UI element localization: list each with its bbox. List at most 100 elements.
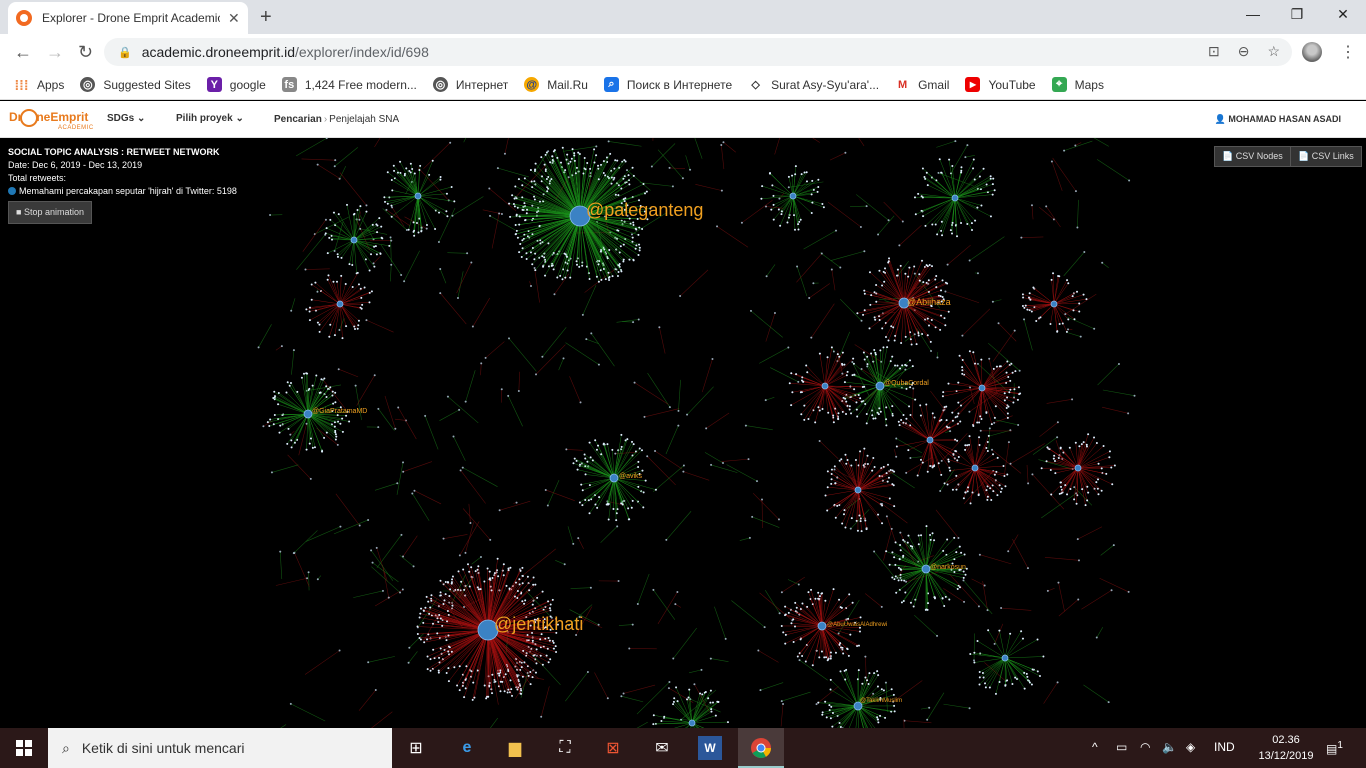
hub-giapratamamd[interactable] — [303, 409, 313, 419]
browser-menu-icon[interactable]: ⋮ — [1340, 42, 1356, 62]
maps-icon: ⌖ — [1051, 77, 1067, 92]
user-menu[interactable]: 👤 MOHAMAD HASAN ASADI — [1215, 114, 1341, 125]
bookmark-mailru[interactable]: @ Mail.Ru — [524, 77, 588, 92]
gift-app-icon[interactable]: ⊠ — [601, 736, 625, 760]
hub-abuuwais[interactable] — [817, 621, 827, 631]
cluster-cluster-d[interactable] — [895, 403, 962, 477]
hub-cluster-b[interactable] — [1074, 464, 1082, 472]
dropbox-icon[interactable]: ◈ — [1186, 740, 1195, 754]
node-label-abuuwais[interactable]: @AbuUwaisAlAdhrewi — [827, 622, 887, 628]
back-button[interactable]: ← — [14, 42, 32, 63]
file-explorer-icon[interactable]: ▆ — [503, 736, 527, 760]
mail-icon[interactable]: ✉ — [650, 736, 674, 760]
menu-pilih-proyek[interactable]: Pilih proyek ⌄ — [176, 113, 244, 124]
hub-qubacordal[interactable] — [875, 381, 885, 391]
word-icon[interactable]: W — [698, 736, 722, 760]
csv-links-button[interactable]: 📄 CSV Links — [1290, 146, 1362, 167]
task-view-icon[interactable]: ⊞ — [404, 736, 428, 760]
windows-start-button[interactable] — [0, 728, 48, 768]
browser-tab[interactable]: Explorer - Drone Emprit Academic ✕ — [8, 2, 248, 34]
node-label-abiihaza[interactable]: @Abiihaza — [907, 297, 951, 307]
viz-legend-item: Memahami percakapan seputar 'hijrah' di … — [8, 185, 237, 198]
cluster-cluster-h[interactable] — [324, 203, 391, 275]
forward-button[interactable]: → — [46, 42, 64, 63]
hub-cluster-a[interactable] — [854, 486, 862, 494]
hub-aviks[interactable] — [609, 473, 619, 483]
show-hidden-icons-icon[interactable]: ^ — [1092, 740, 1098, 754]
cluster-cluster-g[interactable] — [383, 159, 456, 237]
taskbar-search-box[interactable]: ⌕ Ketik di sini untuk mencari — [48, 728, 392, 768]
translate-icon[interactable]: ⊡ — [1208, 43, 1220, 60]
bookmark-google[interactable]: Ygoogle — [206, 77, 266, 92]
hub-narkosun[interactable] — [921, 564, 931, 574]
retweet-network-canvas[interactable]: SOCIAL TOPIC ANALYSIS : RETWEET NETWORK … — [0, 138, 1366, 728]
hub-cluster-c[interactable] — [978, 384, 986, 392]
cluster-cluster-b[interactable] — [1040, 433, 1116, 507]
node-label-qubacordal[interactable]: @QubaCordal — [884, 380, 929, 387]
node-label-taklimmuslim[interactable]: @TaklimMuslim — [860, 698, 902, 704]
omnibox[interactable]: 🔒 academic.droneemprit.id/explorer/index… — [104, 38, 1292, 66]
cluster-cluster-e[interactable] — [943, 434, 1009, 505]
battery-icon[interactable]: ▭ — [1116, 740, 1127, 754]
hub-cluster-j[interactable] — [789, 192, 797, 200]
node-label-aviks[interactable]: @aviks — [619, 473, 642, 480]
cluster-other[interactable] — [788, 346, 866, 424]
url-text[interactable]: academic.droneemprit.id/explorer/index/i… — [142, 44, 429, 60]
stop-animation-button[interactable]: ■ Stop animation — [8, 201, 92, 224]
hub-cluster-h[interactable] — [350, 236, 358, 244]
breadcrumb: Pencarian › Penjelajah SNA — [274, 114, 400, 125]
hub-cluster-l[interactable] — [1001, 654, 1009, 662]
node-label-paleganteng[interactable]: @paleganteng — [586, 200, 703, 221]
zoom-icon[interactable]: ⊖ — [1238, 43, 1250, 60]
bookmark-suggested-sites[interactable]: ◎ Suggested Sites — [80, 77, 191, 92]
cluster-cluster-l[interactable] — [969, 629, 1045, 695]
hub-cluster-e[interactable] — [971, 464, 979, 472]
hub-cluster-d[interactable] — [926, 436, 934, 444]
volume-icon[interactable]: 🔈 — [1162, 740, 1177, 754]
bookmark-surat[interactable]: ◇ Surat Asy-Syu'ara'... — [748, 77, 879, 92]
bookmark-internet[interactable]: ◎ Интернет — [432, 77, 508, 92]
maximize-button[interactable]: ❐ — [1274, 6, 1320, 23]
hub-cluster-f[interactable] — [1050, 300, 1058, 308]
cluster-cluster-f[interactable] — [1021, 272, 1088, 333]
cluster-cluster-i[interactable] — [305, 271, 373, 340]
hub-cluster-g[interactable] — [414, 192, 422, 200]
hub-cluster-i[interactable] — [336, 300, 344, 308]
cluster-cluster-k[interactable] — [913, 158, 996, 238]
bookmark-star-icon[interactable]: ☆ — [1267, 43, 1280, 60]
bookmark-maps[interactable]: ⌖ Maps — [1051, 77, 1104, 92]
csv-nodes-button[interactable]: 📄 CSV Nodes — [1214, 146, 1291, 167]
close-window-button[interactable]: ✕ — [1320, 6, 1366, 23]
breadcrumb-pencarian[interactable]: Pencarian — [274, 114, 322, 125]
node-label-jentikhati[interactable]: @jentikhati — [494, 614, 583, 635]
language-indicator[interactable]: IND — [1214, 740, 1235, 754]
close-tab-icon[interactable]: ✕ — [228, 10, 240, 27]
cluster-aviks[interactable] — [572, 433, 657, 522]
cluster-cluster-j[interactable] — [760, 165, 825, 231]
viz-info-panel: SOCIAL TOPIC ANALYSIS : RETWEET NETWORK … — [8, 146, 237, 224]
cluster-cluster-m[interactable] — [652, 686, 729, 728]
bookmark-apps[interactable]: ⁞⁞⁞ Apps — [14, 77, 65, 93]
bookmark-free-modern[interactable]: fs 1,424 Free modern... — [281, 77, 417, 92]
minimize-button[interactable]: — — [1230, 6, 1276, 22]
new-tab-button[interactable]: + — [260, 6, 272, 29]
menu-sdgs[interactable]: SDGs ⌄ — [107, 113, 145, 124]
store-icon[interactable]: ⛶ — [553, 736, 577, 760]
profile-avatar[interactable] — [1302, 42, 1322, 62]
node-label-giapratamamd[interactable]: @GiaPratamaMD — [312, 408, 367, 415]
node-label-narkosun[interactable]: @narkosun — [930, 564, 966, 571]
hub-cluster-k[interactable] — [951, 194, 959, 202]
reload-button[interactable]: ↻ — [78, 42, 93, 63]
wifi-icon[interactable]: ◠ — [1140, 740, 1150, 754]
bookmark-search-internet[interactable]: ⌕ Поиск в Интернете — [603, 77, 732, 92]
taskbar-clock[interactable]: 02.36 13/12/2019 — [1256, 732, 1316, 764]
windows-logo-icon — [16, 740, 32, 756]
edge-icon[interactable]: e — [455, 736, 479, 760]
bookmark-gmail[interactable]: M Gmail — [895, 77, 949, 92]
hub-other[interactable] — [821, 382, 829, 390]
chrome-icon[interactable] — [749, 736, 773, 760]
notifications-icon[interactable]: ▤1 — [1326, 740, 1343, 756]
hub-cluster-m[interactable] — [688, 719, 696, 727]
network-graph[interactable] — [0, 138, 1366, 728]
bookmark-youtube[interactable]: ▶ YouTube — [965, 77, 1036, 92]
